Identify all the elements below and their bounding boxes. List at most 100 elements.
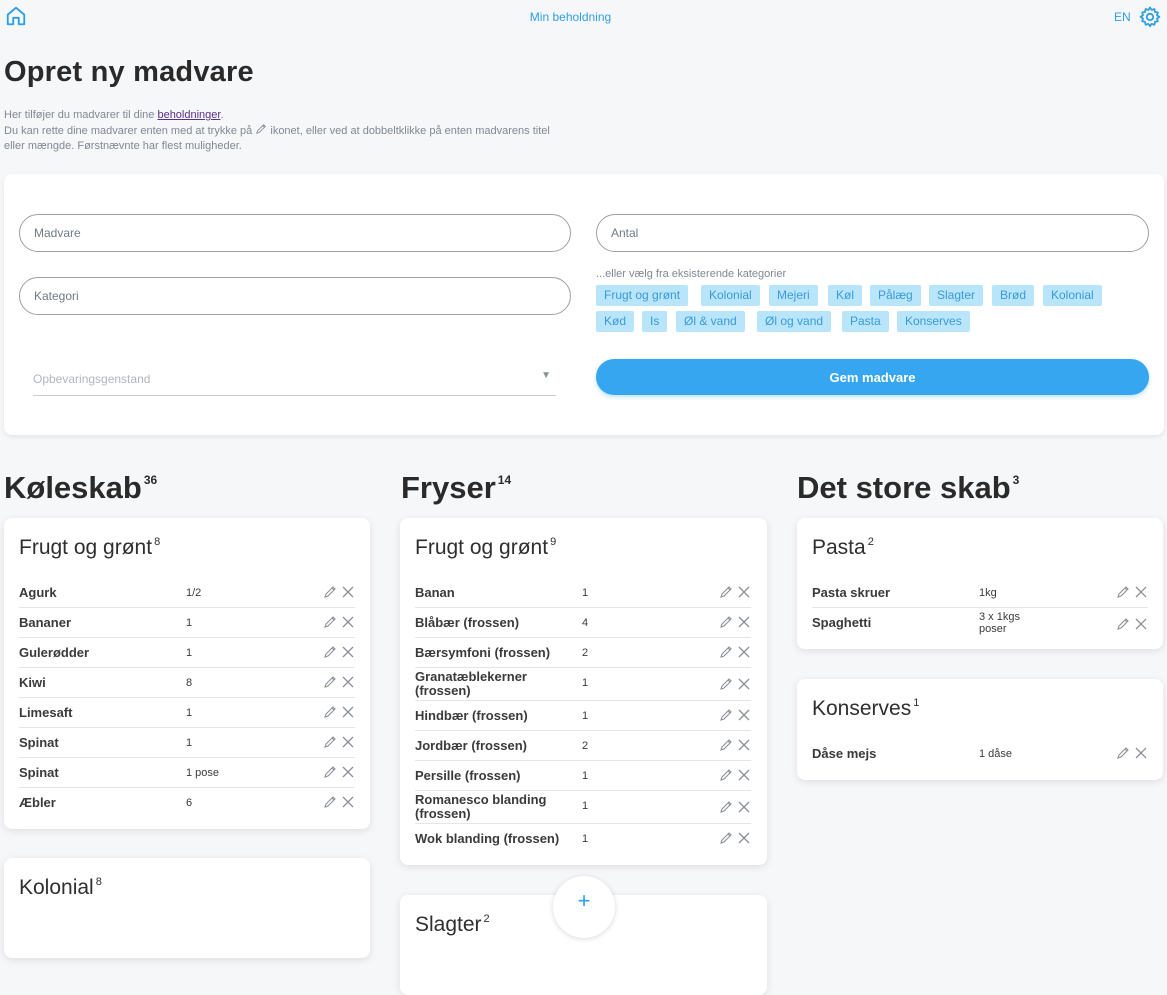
pencil-icon[interactable] (1116, 746, 1130, 760)
food-quantity[interactable]: 1 (582, 800, 588, 812)
pencil-icon[interactable] (719, 768, 733, 782)
food-row[interactable]: Spinat 1 (19, 728, 355, 758)
food-quantity[interactable]: 1/2 (186, 587, 201, 599)
pencil-icon[interactable] (323, 795, 337, 809)
food-name-input[interactable] (19, 214, 571, 252)
pencil-icon[interactable] (719, 738, 733, 752)
food-quantity[interactable]: 1 (582, 587, 588, 599)
pencil-icon[interactable] (323, 585, 337, 599)
category-chip[interactable]: Pålæg (870, 285, 921, 306)
close-icon[interactable] (737, 800, 751, 814)
close-icon[interactable] (1134, 746, 1148, 760)
food-name[interactable]: Æbler (19, 796, 56, 810)
food-row[interactable]: Blåbær (frossen) 4 (415, 608, 751, 638)
food-row[interactable]: Gulerødder 1 (19, 638, 355, 668)
category-chip[interactable]: Kød (596, 311, 635, 332)
food-name[interactable]: Spaghetti (812, 616, 871, 630)
food-row[interactable]: Banan 1 (415, 578, 751, 608)
category-chip[interactable]: Brød (992, 285, 1035, 306)
pencil-icon[interactable] (323, 765, 337, 779)
food-name[interactable]: Spinat (19, 766, 59, 780)
pencil-icon[interactable] (323, 675, 337, 689)
food-quantity[interactable]: 2 (582, 740, 588, 752)
food-row[interactable]: Spaghetti 3 x 1kgs poser (812, 608, 1148, 641)
pencil-icon[interactable] (1116, 617, 1130, 631)
pencil-icon[interactable] (719, 800, 733, 814)
food-quantity[interactable]: 1 (186, 707, 192, 719)
pencil-icon[interactable] (323, 705, 337, 719)
food-name[interactable]: Jordbær (frossen) (415, 739, 527, 753)
food-row[interactable]: Agurk 1/2 (19, 578, 355, 608)
food-quantity[interactable]: 8 (186, 677, 192, 689)
food-name[interactable]: Blåbær (frossen) (415, 616, 519, 630)
food-quantity[interactable]: 1 (582, 770, 588, 782)
food-name[interactable]: Pasta skruer (812, 586, 890, 600)
amount-input[interactable] (596, 214, 1149, 252)
food-name[interactable]: Bærsymfoni (frossen) (415, 646, 550, 660)
category-chip[interactable]: Slagter (929, 285, 984, 306)
category-chip[interactable]: Is (642, 311, 668, 332)
food-quantity[interactable]: 4 (582, 617, 588, 629)
category-chip[interactable]: Køl (828, 285, 862, 306)
food-row[interactable]: Spinat 1 pose (19, 758, 355, 788)
close-icon[interactable] (341, 795, 355, 809)
close-icon[interactable] (341, 735, 355, 749)
food-name[interactable]: Kiwi (19, 676, 46, 690)
close-icon[interactable] (737, 645, 751, 659)
close-icon[interactable] (341, 675, 355, 689)
food-quantity[interactable]: 1 (582, 833, 588, 845)
food-quantity[interactable]: 1 (186, 737, 192, 749)
close-icon[interactable] (737, 585, 751, 599)
food-name[interactable]: Wok blanding (frossen) (415, 832, 559, 846)
food-quantity[interactable]: 1 (582, 677, 588, 689)
language-toggle[interactable]: EN (1114, 10, 1131, 24)
food-row[interactable]: Kiwi 8 (19, 668, 355, 698)
category-chip[interactable]: Øl og vand (757, 311, 832, 332)
category-chip[interactable]: Frugt og grønt (596, 285, 689, 306)
close-icon[interactable] (737, 831, 751, 845)
category-chip[interactable]: Kolonial (701, 285, 760, 306)
food-row[interactable]: Wok blanding (frossen) 1 (415, 824, 751, 854)
close-icon[interactable] (341, 585, 355, 599)
pencil-icon[interactable] (323, 615, 337, 629)
food-row[interactable]: Jordbær (frossen) 2 (415, 731, 751, 761)
gear-icon[interactable] (1138, 5, 1162, 29)
food-row[interactable]: Granatæblekerner (frossen) 1 (415, 668, 751, 701)
food-quantity[interactable]: 2 (582, 647, 588, 659)
food-row[interactable]: Æbler 6 (19, 788, 355, 818)
food-quantity[interactable]: 1 (186, 617, 192, 629)
food-name[interactable]: Romanesco blanding (frossen) (415, 793, 565, 821)
close-icon[interactable] (737, 708, 751, 722)
category-input[interactable] (19, 277, 571, 315)
close-icon[interactable] (737, 615, 751, 629)
pencil-icon[interactable] (323, 645, 337, 659)
food-row[interactable]: Pasta skruer 1kg (812, 578, 1148, 608)
food-name[interactable]: Granatæblekerner (frossen) (415, 670, 565, 698)
pencil-icon[interactable] (719, 645, 733, 659)
category-chip[interactable]: Mejeri (769, 285, 818, 306)
holdings-link[interactable]: beholdninger (157, 109, 220, 121)
close-icon[interactable] (341, 705, 355, 719)
food-quantity[interactable]: 1 (582, 710, 588, 722)
food-quantity[interactable]: 1kg (979, 587, 997, 599)
save-food-button[interactable]: Gem madvare (596, 359, 1149, 395)
food-name[interactable]: Gulerødder (19, 646, 89, 660)
food-name[interactable]: Dåse mejs (812, 747, 876, 761)
pencil-icon[interactable] (1116, 585, 1130, 599)
pencil-icon[interactable] (719, 677, 733, 691)
food-name[interactable]: Bananer (19, 616, 71, 630)
close-icon[interactable] (341, 765, 355, 779)
food-row[interactable]: Romanesco blanding (frossen) 1 (415, 791, 751, 824)
close-icon[interactable] (341, 645, 355, 659)
food-name[interactable]: Agurk (19, 586, 57, 600)
food-row[interactable]: Limesaft 1 (19, 698, 355, 728)
category-chip[interactable]: Konserves (897, 311, 970, 332)
food-quantity[interactable]: 3 x 1kgs poser (979, 611, 1039, 635)
pencil-icon[interactable] (719, 708, 733, 722)
food-name[interactable]: Limesaft (19, 706, 72, 720)
category-chip[interactable]: Øl & vand (676, 311, 745, 332)
food-name[interactable]: Hindbær (frossen) (415, 709, 528, 723)
category-chip[interactable]: Pasta (842, 311, 889, 332)
add-food-button[interactable]: + (553, 876, 615, 938)
close-icon[interactable] (737, 677, 751, 691)
